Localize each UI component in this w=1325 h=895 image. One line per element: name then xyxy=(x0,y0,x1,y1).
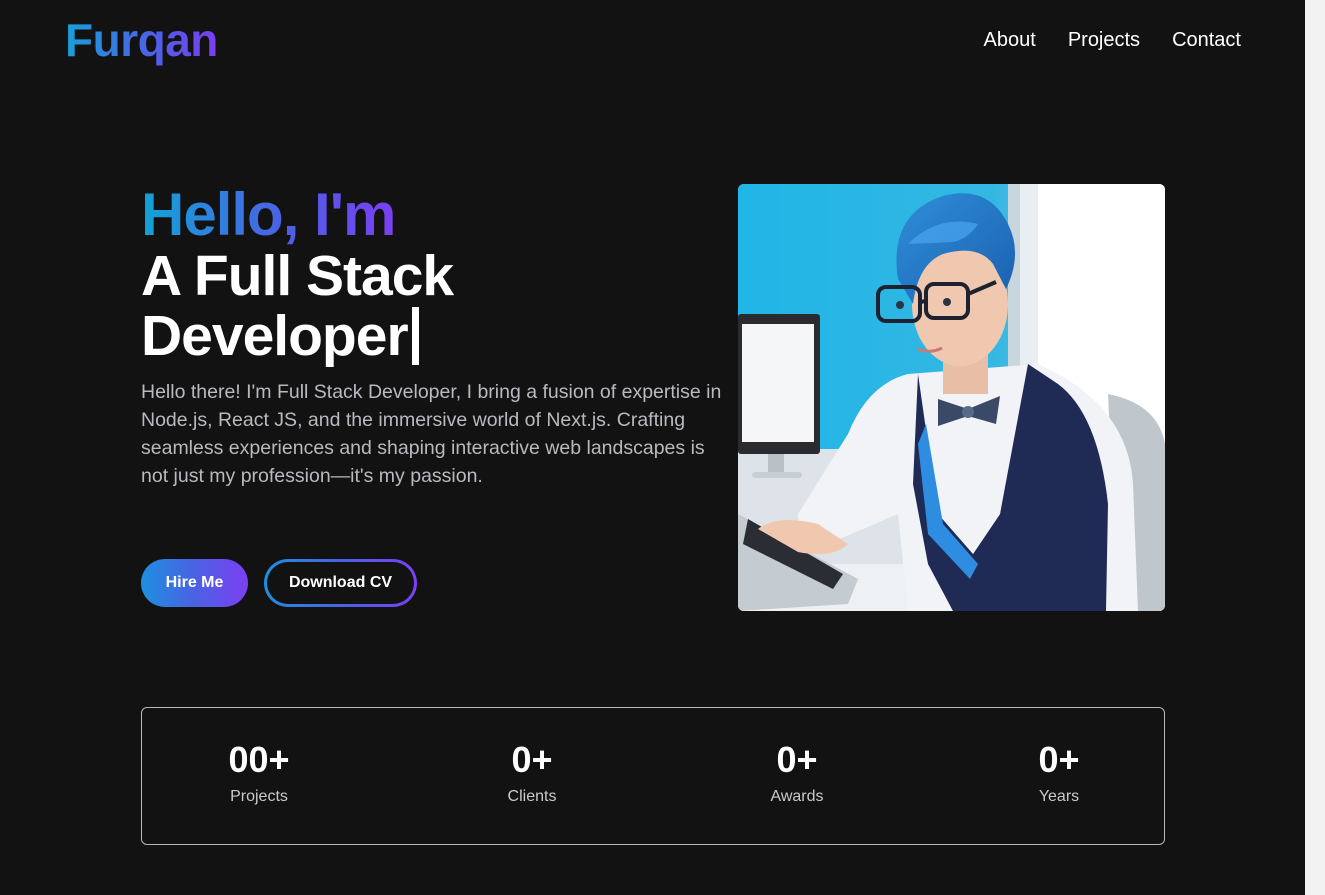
nav-about-link[interactable]: About xyxy=(984,26,1036,54)
nav-contact-link[interactable]: Contact xyxy=(1172,26,1241,54)
hero-role: A Full Stack Developer xyxy=(141,246,601,366)
stat-years: 0+ Years xyxy=(969,738,1149,808)
hero-text: Hello, I'm A Full Stack Developer Hello … xyxy=(141,184,731,490)
stat-label: Projects xyxy=(230,788,288,805)
stat-value: 00+ xyxy=(228,739,290,780)
stat-projects: 00+ Projects xyxy=(169,738,349,808)
hero-greeting: Hello, I'm xyxy=(141,181,396,248)
nav-projects-link[interactable]: Projects xyxy=(1068,26,1140,54)
developer-portrait-illustration xyxy=(738,184,1165,611)
main-nav: About Projects Contact xyxy=(984,26,1241,54)
page: Furqan About Projects Contact Hello, I'm… xyxy=(0,0,1325,895)
stat-value: 0+ xyxy=(511,739,553,780)
hire-me-button[interactable]: Hire Me xyxy=(141,559,248,607)
typing-cursor xyxy=(411,307,419,365)
download-cv-button[interactable]: Download CV xyxy=(267,562,414,604)
stat-label: Clients xyxy=(507,788,557,805)
stat-label: Years xyxy=(1038,788,1080,805)
profile-image xyxy=(738,184,1165,611)
window-edge xyxy=(1305,0,1325,895)
stat-awards: 0+ Awards xyxy=(707,738,887,808)
stat-value: 0+ xyxy=(776,739,818,780)
logo[interactable]: Furqan xyxy=(65,12,218,68)
hero-role-text: A Full Stack Developer xyxy=(141,244,454,368)
download-cv-border: Download CV xyxy=(264,559,417,607)
stat-clients: 0+ Clients xyxy=(442,738,622,808)
hero-bio: Hello there! I'm Full Stack Developer, I… xyxy=(141,381,722,487)
stats-panel: 00+ Projects 0+ Clients 0+ Awards 0+ Yea… xyxy=(141,707,1165,845)
stat-label: Awards xyxy=(770,788,824,805)
stat-value: 0+ xyxy=(1038,739,1080,780)
hero-buttons: Hire Me Download CV xyxy=(141,559,417,607)
